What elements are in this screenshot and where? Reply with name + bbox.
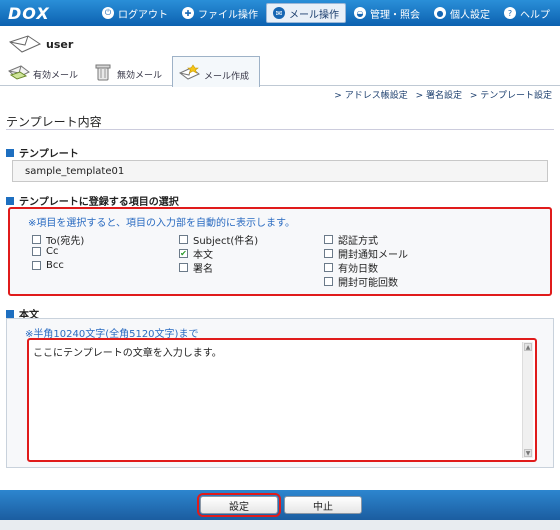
checkbox-box[interactable] — [179, 235, 188, 244]
cancel-button[interactable]: 中止 — [284, 496, 362, 514]
nav-item-label: ログアウト — [118, 9, 168, 21]
link-signature-settings[interactable]: > 署名設定 — [416, 91, 462, 101]
field-selection-note: ※項目を選択すると、項目の入力部を自動的に表示します。 — [28, 218, 295, 229]
logout-icon: ⏻ — [102, 7, 114, 19]
body-panel: ※半角10240文字(全角5120文字)まで ここにテンプレートの文章を入力しま… — [6, 318, 554, 468]
checkbox-label: To(宛先) — [46, 236, 85, 247]
checkbox-signature[interactable]: 署名 — [179, 260, 213, 275]
checkbox-bcc[interactable]: Bcc — [32, 260, 64, 271]
nav-item-admin[interactable]: ◒ 管理・照会 — [348, 3, 426, 23]
mail-icon: ✉ — [273, 7, 285, 19]
save-button[interactable]: 設定 — [197, 493, 281, 517]
nav-item-file[interactable]: ✚ ファイル操作 — [176, 3, 264, 23]
top-nav: DOX ⏻ ログアウト ✚ ファイル操作 ✉ メール操作 ◒ 管理・照会 ● 個… — [0, 0, 560, 26]
footer-strip — [0, 520, 560, 530]
checkbox-label: 署名 — [193, 264, 213, 275]
body-text[interactable]: ここにテンプレートの文章を入力します。 — [33, 344, 222, 359]
checkbox-subject[interactable]: Subject(件名) — [179, 232, 258, 247]
dox-logo: DOX — [8, 3, 50, 23]
checkbox-label: 開封可能回数 — [338, 278, 398, 289]
mail-envelope-icon — [8, 35, 42, 53]
admin-icon: ◒ — [354, 7, 366, 19]
action-bar: 設定 中止 — [0, 490, 560, 520]
checkbox-box[interactable] — [32, 247, 41, 256]
nav-item-label: メール操作 — [289, 9, 339, 21]
field-selection-panel: ※項目を選択すると、項目の入力部を自動的に表示します。 To(宛先) Cc Bc… — [8, 207, 552, 296]
title-divider — [6, 129, 554, 130]
checkbox-box[interactable] — [324, 277, 333, 286]
trash-icon — [95, 64, 111, 81]
checkbox-label: 認証方式 — [338, 236, 378, 247]
nav-item-mail[interactable]: ✉ メール操作 — [266, 3, 346, 23]
checkbox-label: 有効日数 — [338, 264, 378, 275]
nav-item-help[interactable]: ? ヘルプ — [498, 3, 556, 23]
checkbox-label: 本文 — [193, 250, 213, 261]
nav-item-label: ヘルプ — [520, 9, 550, 21]
checkbox-open-count[interactable]: 開封可能回数 — [324, 274, 398, 289]
file-icon: ✚ — [182, 7, 194, 19]
checkbox-open-notify[interactable]: 開封通知メール — [324, 246, 408, 261]
nav-item-label: 管理・照会 — [370, 9, 420, 21]
checkbox-label: Subject(件名) — [193, 236, 259, 247]
page-title: テンプレート内容 — [6, 115, 102, 129]
tab-label: 有効メール — [33, 71, 79, 81]
checkbox-box[interactable] — [179, 263, 188, 272]
checkbox-valid-days[interactable]: 有効日数 — [324, 260, 378, 275]
checkbox-label: Cc — [46, 246, 59, 257]
nav-item-personal[interactable]: ● 個人設定 — [428, 3, 496, 23]
tab-label: メール作成 — [204, 72, 250, 82]
help-icon: ? — [504, 7, 516, 19]
template-heading-label: テンプレート — [19, 149, 79, 160]
compose-mail-icon — [179, 64, 200, 80]
checkbox-box[interactable] — [32, 235, 41, 244]
checkbox-box[interactable] — [324, 235, 333, 244]
checkbox-auth-method[interactable]: 認証方式 — [324, 232, 378, 247]
checkbox-label: 開封通知メール — [338, 250, 408, 261]
link-template-settings[interactable]: > テンプレート設定 — [470, 91, 552, 101]
checkbox-label: Bcc — [46, 260, 64, 271]
section-marker-icon — [6, 196, 14, 205]
nav-item-label: ファイル操作 — [198, 9, 258, 21]
section-marker-icon — [6, 309, 14, 318]
breadcrumb: > アドレス帳設定 > 署名設定 > テンプレート設定 — [329, 88, 552, 101]
checkbox-cc[interactable]: Cc — [32, 246, 58, 257]
user-header: user 有効メール 無効メール メール作成 — [0, 26, 560, 87]
checkbox-to[interactable]: To(宛先) — [32, 232, 84, 247]
fields-heading: テンプレートに登録する項目の選択 — [6, 193, 179, 208]
textarea-scrollbar[interactable]: ▲ ▼ — [522, 342, 533, 458]
fields-heading-label: テンプレートに登録する項目の選択 — [19, 197, 179, 208]
template-heading: テンプレート — [6, 145, 79, 160]
checkbox-box[interactable] — [32, 261, 41, 270]
scroll-down-icon[interactable]: ▼ — [524, 449, 532, 457]
checkbox-box[interactable] — [324, 249, 333, 258]
body-textarea[interactable]: ここにテンプレートの文章を入力します。 ▲ ▼ — [27, 338, 537, 462]
scroll-up-icon[interactable]: ▲ — [524, 343, 532, 351]
person-icon: ● — [434, 7, 446, 19]
link-address-book[interactable]: > アドレス帳設定 — [334, 91, 407, 101]
tab-compose-mail[interactable]: メール作成 — [172, 56, 260, 87]
checkbox-body[interactable]: ✔ 本文 — [179, 246, 213, 261]
tab-invalid-mail[interactable]: 無効メール — [92, 60, 162, 86]
mail-stack-icon — [8, 65, 30, 80]
checkmark-icon[interactable]: ✔ — [179, 249, 188, 258]
username: user — [46, 38, 74, 51]
template-name-field: sample_template01 — [12, 160, 548, 182]
nav-item-logout[interactable]: ⏻ ログアウト — [96, 3, 174, 23]
tab-label: 無効メール — [117, 71, 163, 81]
checkbox-box[interactable] — [324, 263, 333, 272]
section-marker-icon — [6, 148, 14, 157]
nav-item-label: 個人設定 — [450, 9, 490, 21]
tab-valid-mail[interactable]: 有効メール — [8, 60, 78, 86]
